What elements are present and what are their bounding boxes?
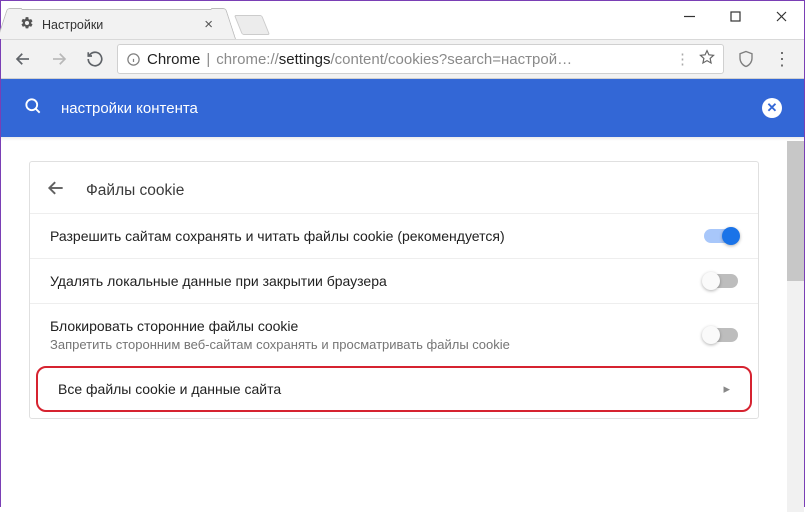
browser-menu-button[interactable]: ⋮ [768,49,796,70]
settings-search-bar[interactable]: настройки контента ✕ [1,79,804,137]
setting-label: Блокировать сторонние файлы cookie [50,318,704,334]
url-collapse-icon[interactable]: ⋮ [675,50,689,68]
nav-reload-button[interactable] [81,45,109,73]
setting-sublabel: Запретить сторонним веб-сайтам сохранять… [50,337,704,352]
page-title: Файлы cookie [86,182,184,200]
search-query-text: настройки контента [61,100,198,117]
search-icon [23,96,43,121]
setting-label: Удалять локальные данные при закрытии бр… [50,273,704,289]
search-clear-button[interactable]: ✕ [762,98,782,118]
vertical-scrollbar[interactable] [787,141,804,512]
toggle-block-third-party[interactable] [704,328,738,342]
setting-label: Разрешить сайтам сохранять и читать файл… [50,228,704,244]
browser-tab[interactable]: Настройки × [9,9,224,39]
gear-icon [20,16,34,33]
link-all-cookies-data[interactable]: Все файлы cookie и данные сайта ▸ [36,366,752,412]
extension-shield-icon[interactable] [732,45,760,73]
tab-title: Настройки [42,18,103,32]
window-minimize-button[interactable] [666,1,712,31]
url-secure-label: Chrome [147,51,200,68]
chevron-right-icon: ▸ [723,381,730,397]
tab-close-icon[interactable]: × [204,16,213,33]
settings-content: Файлы cookie Разрешить сайтам сохранять … [1,141,787,512]
browser-toolbar: Chrome | chrome://settings/content/cooki… [1,39,804,79]
window-maximize-button[interactable] [712,1,758,31]
nav-back-button[interactable] [9,45,37,73]
bookmark-star-icon[interactable] [699,49,715,69]
setting-clear-on-exit: Удалять локальные данные при закрытии бр… [30,258,758,303]
link-label: Все файлы cookie и данные сайта [58,381,723,397]
nav-forward-button[interactable] [45,45,73,73]
new-tab-button[interactable] [234,15,270,35]
settings-back-button[interactable] [46,178,66,203]
address-bar[interactable]: Chrome | chrome://settings/content/cooki… [117,44,724,74]
scrollbar-thumb[interactable] [787,141,804,281]
toggle-clear-on-exit[interactable] [704,274,738,288]
toggle-allow-cookies[interactable] [704,229,738,243]
setting-block-third-party: Блокировать сторонние файлы cookie Запре… [30,303,758,366]
window-close-button[interactable] [758,1,804,31]
site-info-icon[interactable] [126,52,141,67]
setting-allow-cookies: Разрешить сайтам сохранять и читать файл… [30,213,758,258]
url-text: chrome://settings/content/cookies?search… [216,51,572,68]
